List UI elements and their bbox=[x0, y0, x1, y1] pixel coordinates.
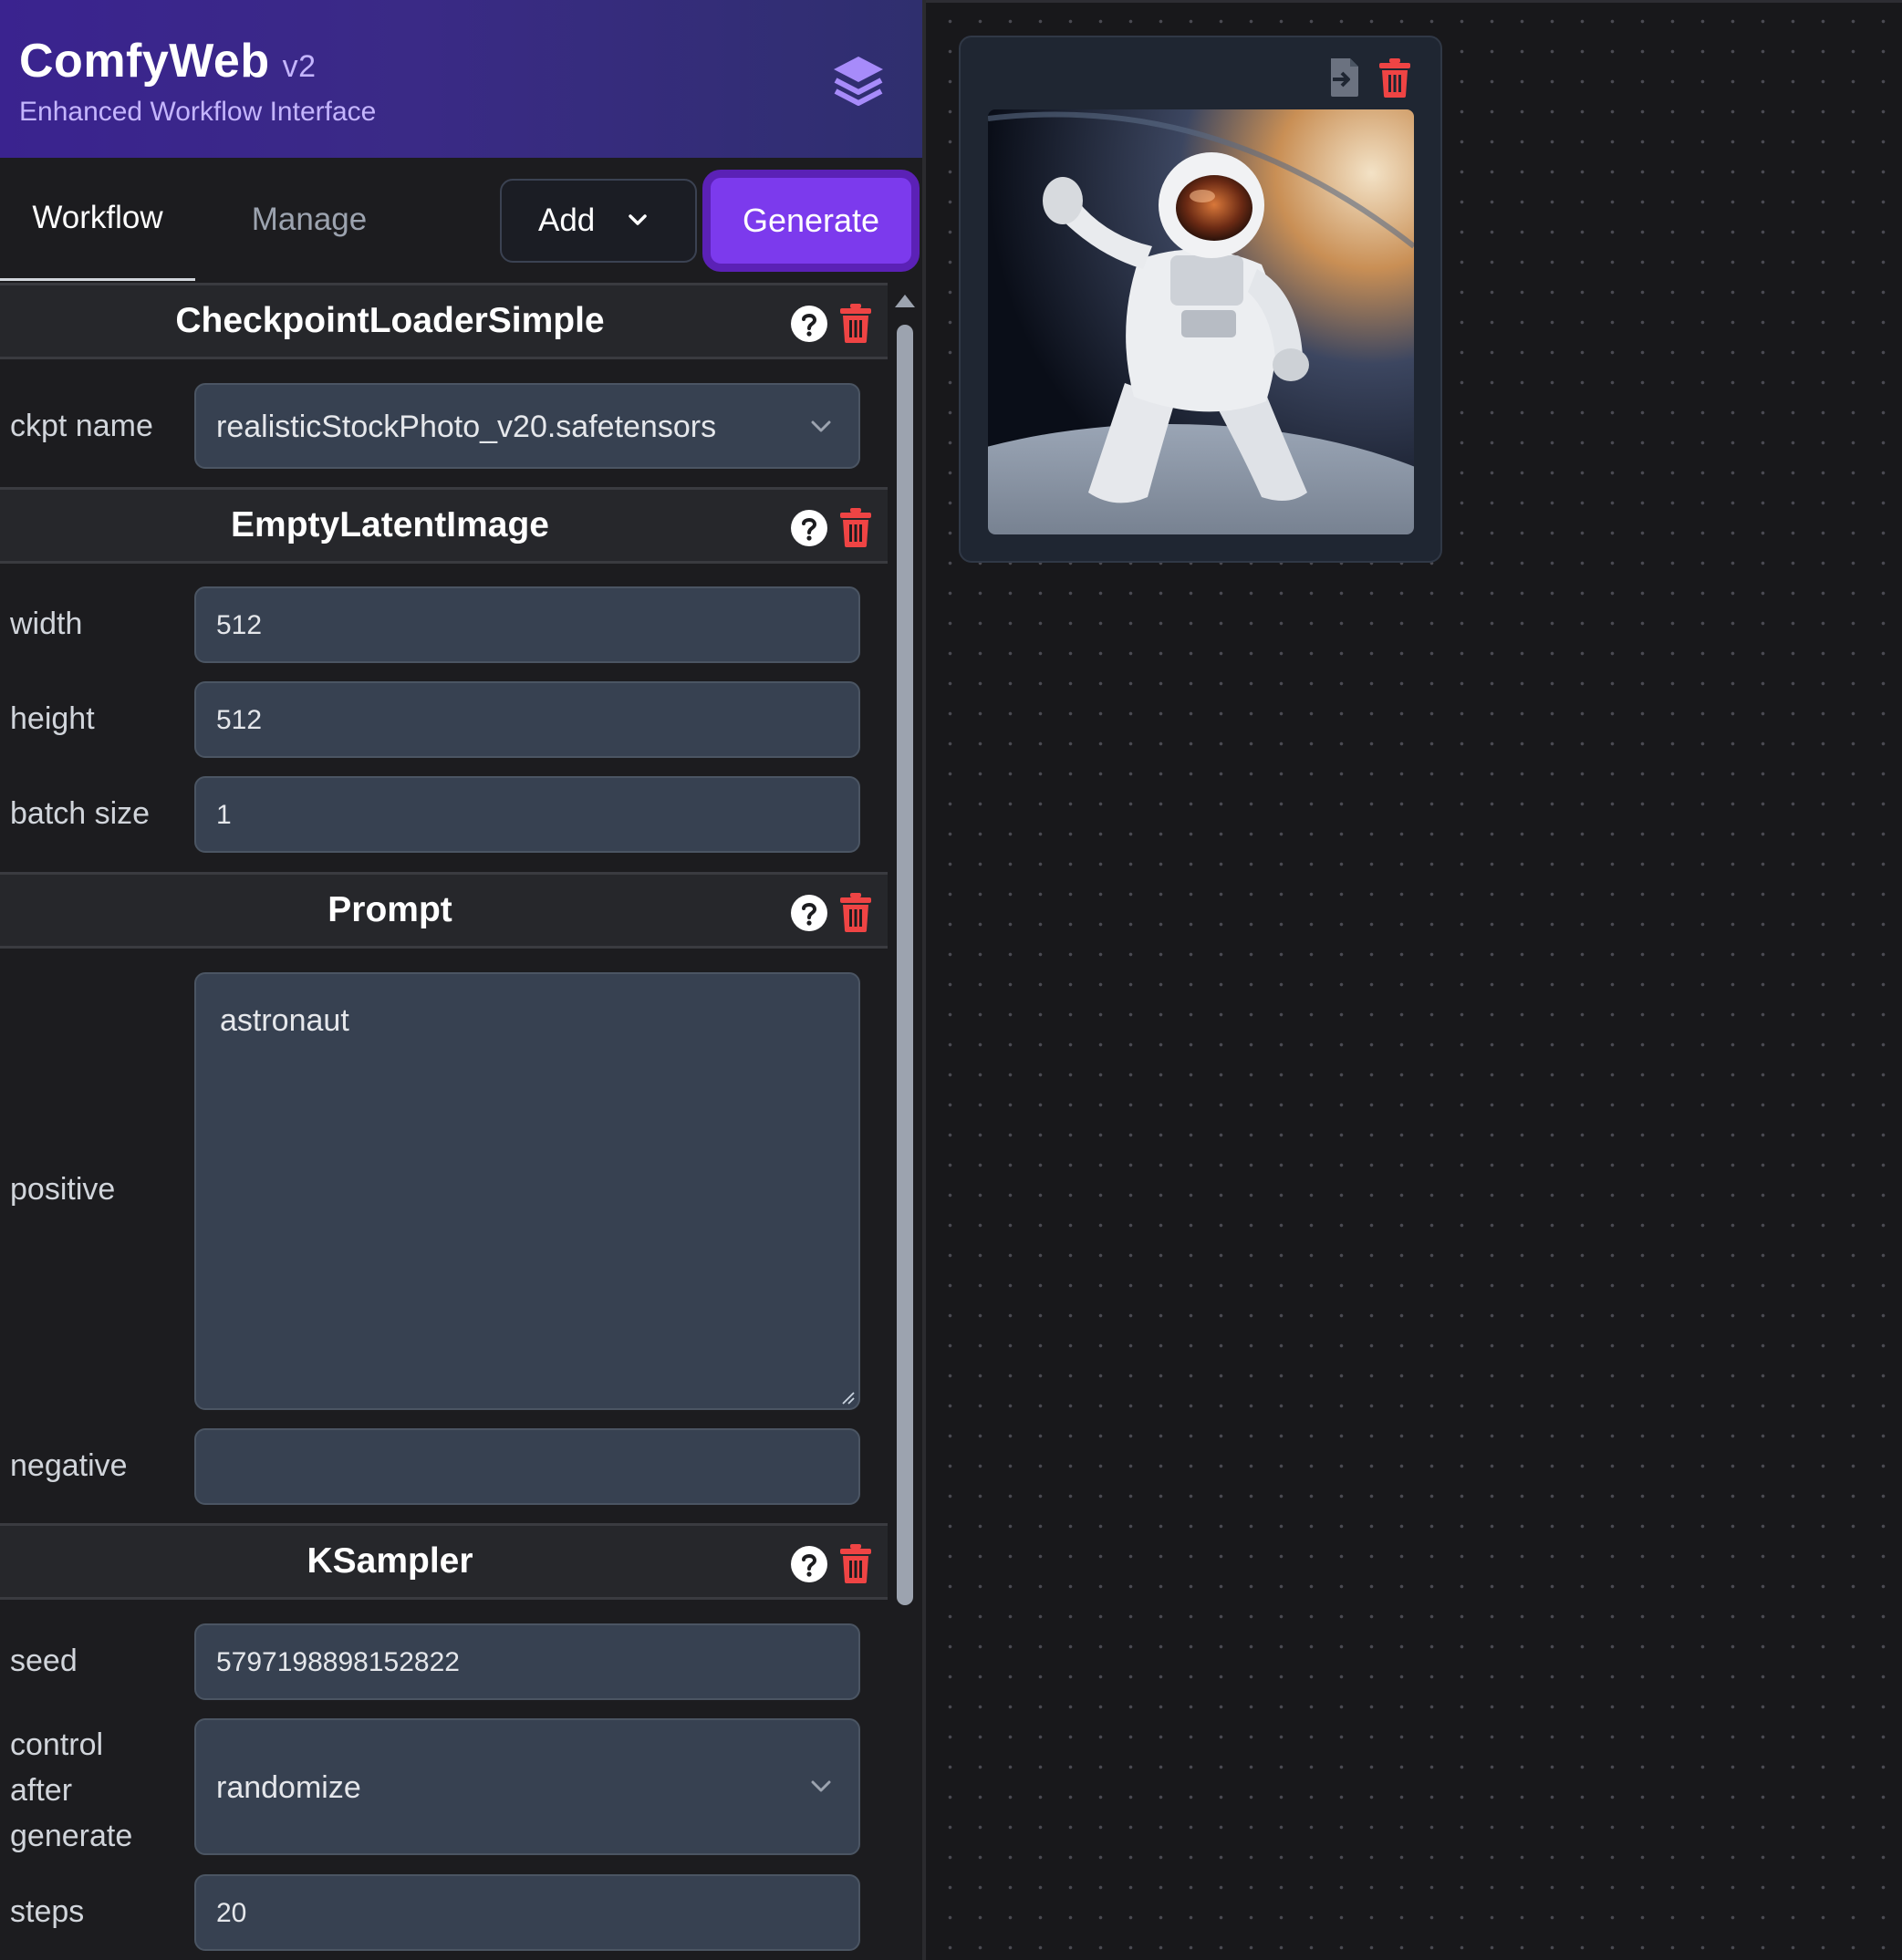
height-value: 512 bbox=[216, 705, 263, 735]
ckpt-name-value: realisticStockPhoto_v20.safetensors bbox=[216, 410, 717, 444]
chevron-down-icon bbox=[629, 214, 647, 225]
node-header-latent: EmptyLatentImage bbox=[0, 487, 888, 564]
node-title: KSampler bbox=[307, 1541, 473, 1581]
positive-label: positive bbox=[10, 1172, 116, 1207]
positive-prompt-value: astronaut bbox=[220, 1003, 349, 1038]
generated-output-image[interactable] bbox=[988, 109, 1414, 534]
trash-icon[interactable] bbox=[1378, 57, 1411, 98]
node-header-ksampler: KSampler bbox=[0, 1523, 888, 1600]
trash-icon[interactable] bbox=[839, 303, 872, 343]
control-label-line: after bbox=[10, 1773, 73, 1808]
batch-size-input[interactable]: 1 bbox=[194, 776, 860, 853]
trash-icon[interactable] bbox=[839, 507, 872, 547]
chevron-down-icon bbox=[811, 1780, 831, 1792]
app-title: ComfyWeb v2 bbox=[19, 34, 317, 88]
steps-input[interactable]: 20 bbox=[194, 1874, 860, 1951]
app-subtitle: Enhanced Workflow Interface bbox=[19, 97, 377, 127]
app-header: ComfyWeb v2 Enhanced Workflow Interface bbox=[0, 0, 922, 158]
negative-prompt-input[interactable] bbox=[194, 1428, 860, 1505]
control-label-line: generate bbox=[10, 1819, 133, 1853]
trash-icon[interactable] bbox=[839, 1543, 872, 1583]
control-label-line: control bbox=[10, 1727, 104, 1762]
control-after-generate-select[interactable]: randomize bbox=[194, 1718, 860, 1855]
height-input[interactable]: 512 bbox=[194, 681, 860, 758]
steps-value: 20 bbox=[216, 1898, 247, 1928]
add-button-label: Add bbox=[538, 202, 596, 238]
ckpt-name-label: ckpt name bbox=[10, 409, 153, 443]
ckpt-name-select[interactable]: realisticStockPhoto_v20.safetensors bbox=[194, 383, 860, 469]
workflow-panel: ComfyWeb v2 Enhanced Workflow Interface W… bbox=[0, 0, 922, 1960]
help-circle-icon[interactable] bbox=[790, 1545, 828, 1583]
trash-icon[interactable] bbox=[839, 892, 872, 932]
batch-size-value: 1 bbox=[216, 800, 232, 830]
app-version: v2 bbox=[282, 49, 317, 84]
help-circle-icon[interactable] bbox=[790, 305, 828, 343]
chevron-down-icon bbox=[811, 420, 831, 432]
positive-prompt-textarea[interactable]: astronaut bbox=[194, 972, 860, 1410]
height-label: height bbox=[10, 701, 95, 736]
node-form-list[interactable]: CheckpointLoaderSimple ckpt name realist… bbox=[0, 283, 888, 1960]
app-name: ComfyWeb bbox=[19, 35, 270, 88]
scrollbar-thumb[interactable] bbox=[897, 325, 913, 1605]
seed-input[interactable]: 5797198898152822 bbox=[194, 1623, 860, 1700]
help-circle-icon[interactable] bbox=[790, 509, 828, 547]
steps-label: steps bbox=[10, 1894, 85, 1929]
batch-size-label: batch size bbox=[10, 796, 151, 831]
node-header-checkpoint: CheckpointLoaderSimple bbox=[0, 283, 888, 359]
width-value: 512 bbox=[216, 610, 263, 640]
layers-icon[interactable] bbox=[832, 55, 885, 106]
node-title: Prompt bbox=[327, 890, 452, 929]
negative-label: negative bbox=[10, 1448, 128, 1483]
add-node-dropdown-button[interactable]: Add bbox=[500, 179, 697, 263]
control-after-generate-value: randomize bbox=[216, 1770, 361, 1805]
help-circle-icon[interactable] bbox=[790, 894, 828, 932]
tab-workflow[interactable]: Workflow bbox=[0, 158, 195, 281]
tab-manage[interactable]: Manage bbox=[195, 158, 423, 281]
generate-button[interactable]: Generate bbox=[702, 170, 920, 272]
load-file-icon[interactable] bbox=[1328, 57, 1361, 98]
seed-value: 5797198898152822 bbox=[216, 1647, 460, 1677]
node-header-prompt: Prompt bbox=[0, 872, 888, 949]
width-input[interactable]: 512 bbox=[194, 586, 860, 663]
control-after-generate-label: control after generate bbox=[10, 1722, 132, 1859]
node-title: CheckpointLoaderSimple bbox=[175, 301, 605, 340]
seed-label: seed bbox=[10, 1644, 78, 1678]
scroll-up-arrow-icon[interactable] bbox=[894, 294, 916, 308]
resize-handle-icon[interactable] bbox=[840, 1390, 855, 1405]
node-title: EmptyLatentImage bbox=[231, 505, 549, 544]
width-label: width bbox=[10, 607, 83, 641]
